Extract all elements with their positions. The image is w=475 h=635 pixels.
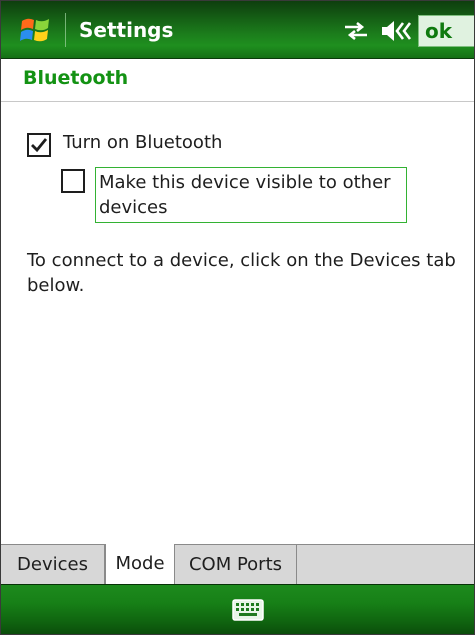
volume-icon[interactable] <box>379 17 413 45</box>
checkmark-icon <box>31 138 48 153</box>
visible-checkbox[interactable] <box>61 169 85 193</box>
page-title: Bluetooth <box>23 67 129 89</box>
connectivity-icon[interactable] <box>341 18 371 44</box>
info-text: To connect to a device, click on the Dev… <box>27 250 456 296</box>
title-separator <box>65 13 66 47</box>
heading-divider <box>1 101 474 102</box>
visible-label[interactable]: Make this device visible to other device… <box>99 170 404 220</box>
tab-strip: Devices Mode COM Ports <box>1 544 474 585</box>
bluetooth-checkbox[interactable] <box>27 133 51 157</box>
tab-devices[interactable]: Devices <box>1 545 105 584</box>
pocket-pc-screen: Settings ok Bluetooth Turn on Bluetooth … <box>0 0 475 635</box>
keyboard-icon[interactable] <box>232 599 264 621</box>
tab-com-ports[interactable]: COM Ports <box>175 545 297 584</box>
app-title: Settings <box>79 18 174 42</box>
ok-button[interactable]: ok <box>418 15 474 47</box>
title-bar: Settings ok <box>1 1 474 59</box>
bluetooth-label[interactable]: Turn on Bluetooth <box>63 132 222 153</box>
windows-start-icon[interactable] <box>17 12 53 48</box>
tab-mode[interactable]: Mode <box>105 544 175 585</box>
soft-key-bar <box>1 584 474 634</box>
